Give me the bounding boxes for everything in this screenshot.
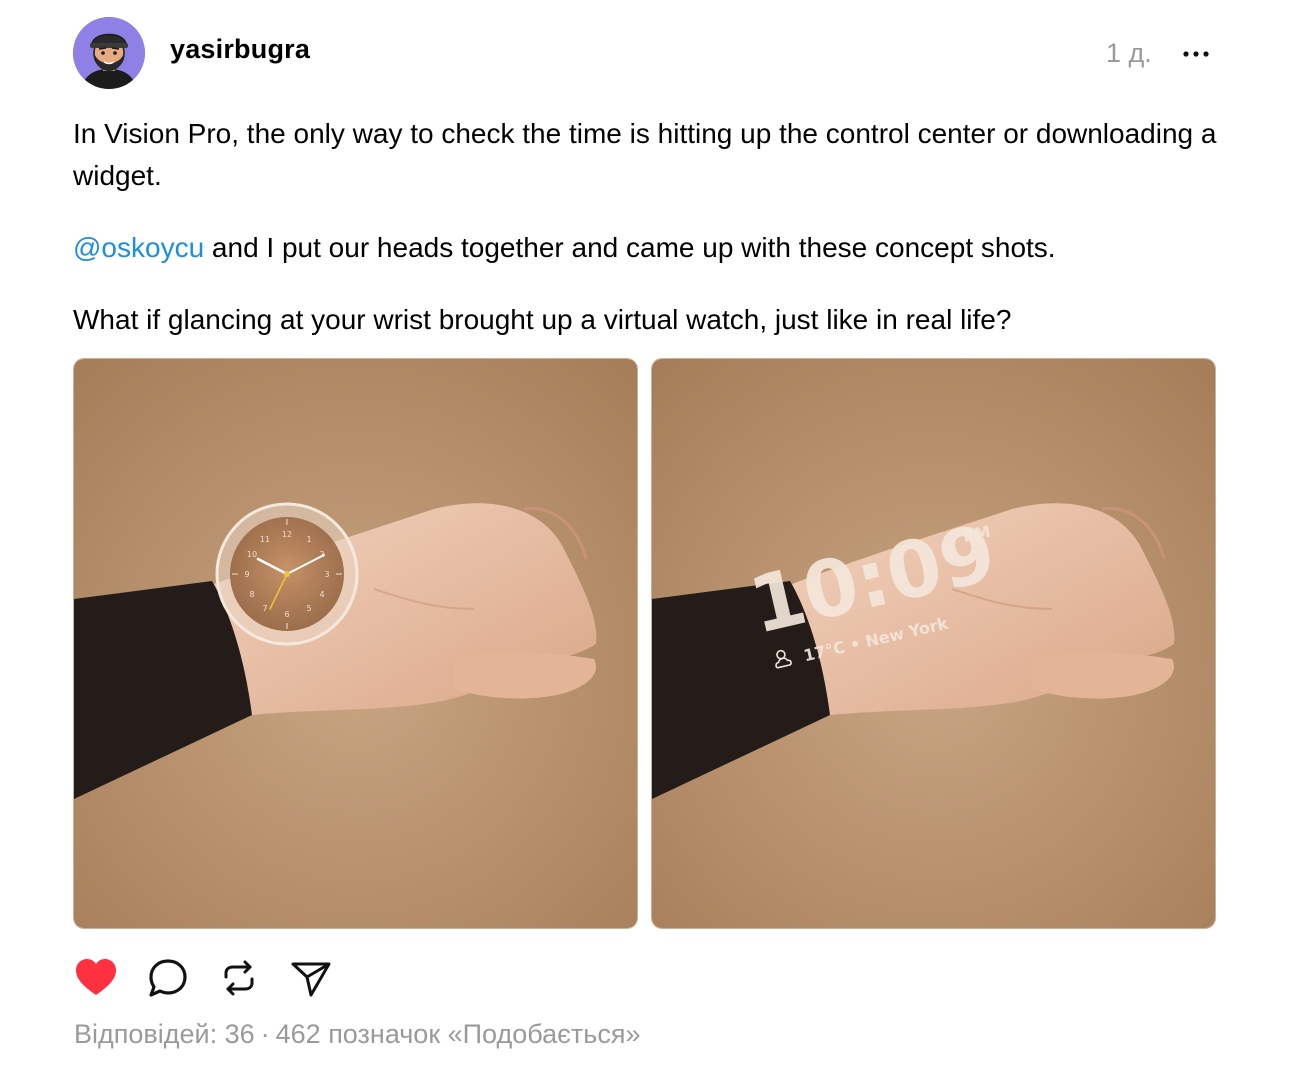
post-paragraph: @oskoycu and I put our heads together an… xyxy=(73,227,1223,269)
repost-button[interactable] xyxy=(216,955,262,1001)
post-paragraph: In Vision Pro, the only way to check the… xyxy=(73,118,1217,191)
author-username[interactable]: yasirbugra xyxy=(170,34,310,65)
post-paragraph: What if glancing at your wrist brought u… xyxy=(73,304,1012,335)
user-mention-link[interactable]: @oskoycu xyxy=(73,232,204,263)
repost-icon xyxy=(224,960,254,996)
post-timestamp: 1 д. xyxy=(1106,38,1152,68)
dial-number: 1 xyxy=(306,535,311,544)
post-stats: Відповідей: 36 · 462 позначок «Подобається… xyxy=(74,1019,640,1050)
like-button[interactable] xyxy=(73,955,119,1001)
dial-number: 6 xyxy=(284,610,289,619)
more-horizontal-icon xyxy=(1183,51,1209,57)
send-icon xyxy=(291,962,331,997)
reply-button[interactable] xyxy=(145,955,191,1001)
dial-number: 5 xyxy=(306,604,311,613)
post-paragraph-text: and I put our heads together and came up… xyxy=(204,232,1056,263)
post-body: In Vision Pro, the only way to check the… xyxy=(73,113,1223,341)
share-button[interactable] xyxy=(288,955,334,1001)
dial-number: 9 xyxy=(244,570,249,579)
avatar-illustration xyxy=(73,17,145,89)
speech-bubble-icon xyxy=(149,959,187,997)
dial-number: 3 xyxy=(324,570,329,579)
dial-number: 12 xyxy=(282,530,292,539)
dial-number: 8 xyxy=(249,590,254,599)
heart-filled-icon xyxy=(76,959,116,995)
post-image-digital-watch[interactable]: 10:09 PM 17°C • New York xyxy=(651,358,1216,929)
dial-number: 10 xyxy=(247,550,257,559)
post-actions xyxy=(0,955,1300,1005)
more-options-button[interactable] xyxy=(1178,36,1214,72)
stats-separator: · xyxy=(260,1019,270,1049)
dial-number: 4 xyxy=(319,590,324,599)
likes-count-link[interactable]: 462 позначок «Подобається» xyxy=(276,1019,641,1049)
dial-number: 11 xyxy=(260,535,270,544)
dial-number: 7 xyxy=(262,604,267,613)
replies-count-link[interactable]: Відповідей: 36 xyxy=(74,1019,255,1049)
thread-post: yasirbugra 1 д. In Vision Pro, the only … xyxy=(0,0,1300,1074)
post-image-analog-watch[interactable]: 12 1 2 3 4 5 6 7 8 9 10 11 xyxy=(73,358,638,929)
author-avatar[interactable] xyxy=(73,17,145,89)
